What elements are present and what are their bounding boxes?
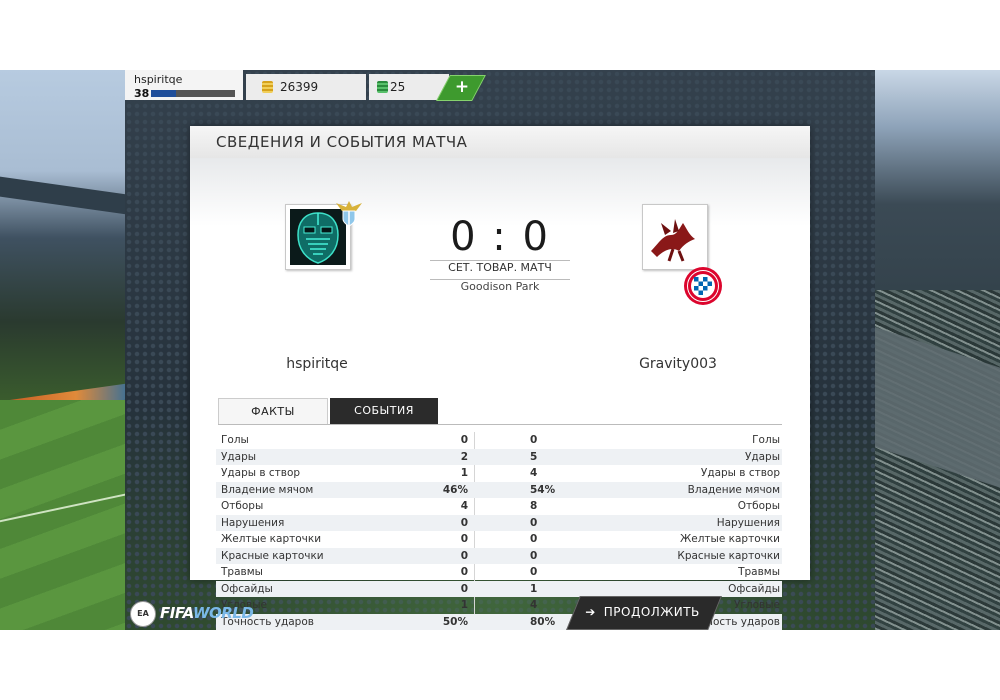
user-profile[interactable]: hspiritqe 38	[125, 70, 243, 100]
stat-label-home: Голы	[221, 434, 249, 446]
stat-value-home: 0	[460, 434, 468, 446]
xp-progress-bar	[151, 90, 235, 97]
stat-value-home: 0	[460, 549, 468, 562]
tab-facts[interactable]: ФАКТЫ	[218, 398, 328, 425]
stat-value-home: 4	[460, 500, 468, 512]
stat-label-away: Желтые карточки	[679, 533, 780, 545]
stat-value-away: 1	[530, 582, 538, 595]
stat-row: Нарушения 0 0 Нарушения	[216, 514, 782, 531]
stat-value-home: 1	[460, 467, 468, 479]
stat-label-away: Удары в створ	[700, 467, 780, 479]
panel-title: СВЕДЕНИЯ И СОБЫТИЯ МАТЧА	[216, 133, 468, 151]
stat-value-away: 5	[530, 450, 538, 463]
club-badge-icon	[684, 267, 722, 305]
stat-row: Удары 2 5 Удары	[216, 448, 782, 465]
stat-value-home: 0	[460, 582, 468, 595]
stat-value-home: 50%	[442, 615, 468, 628]
match-summary-panel: СВЕДЕНИЯ И СОБЫТИЯ МАТЧА hspiritqe Gravi…	[190, 126, 810, 630]
continue-label: ПРОДОЛЖИТЬ	[603, 605, 700, 619]
stat-label-home: Офсайды	[221, 582, 273, 595]
stat-value-home: 0	[460, 566, 468, 578]
stat-row: Голы 0 0 Голы	[216, 432, 782, 449]
stat-label-home: Владение мячом	[221, 483, 314, 496]
brand-world: WORLD	[192, 604, 254, 622]
stat-row: Владение мячом 46% 54% Владение мячом	[216, 481, 782, 498]
dragon-icon	[643, 205, 707, 269]
game-screen: hspiritqe 38 26399 25 + СВЕДЕНИЯ И СОБЫТ…	[0, 70, 1000, 630]
stat-value-home: 2	[460, 450, 468, 463]
add-points-button[interactable]: +	[447, 76, 477, 100]
stat-row: Удары в створ 1 4 Удары в створ	[216, 465, 782, 482]
stat-value-home: 46%	[442, 483, 468, 496]
match-venue: Goodison Park	[460, 280, 540, 293]
stat-value-away: 54%	[530, 483, 556, 496]
stat-value-away: 0	[530, 434, 538, 446]
coins-display: 26399	[246, 74, 366, 100]
brand-wordmark: FIFAWORLD	[160, 604, 254, 622]
brand-fifa: FIFA	[160, 604, 193, 622]
coins-icon	[262, 81, 273, 93]
stat-value-home: 1	[460, 599, 468, 611]
stat-value-away: 4	[530, 599, 538, 611]
stat-label-home: Нарушения	[221, 516, 285, 529]
stat-value-away: 0	[530, 566, 538, 578]
stat-row: Желтые карточки 0 0 Желтые карточки	[216, 531, 782, 548]
stat-label-away: Голы	[752, 434, 780, 446]
tab-divider	[218, 424, 782, 425]
stat-value-away: 80%	[530, 615, 556, 628]
ea-sports-logo: EA	[130, 601, 156, 627]
xp-progress-fill	[151, 90, 177, 97]
stat-row: Офсайды 0 1 Офсайды	[216, 580, 782, 597]
arrow-right-icon: ➔	[585, 605, 596, 619]
points-value: 25	[390, 80, 406, 94]
stat-label-away: Удары	[744, 450, 780, 463]
stat-label-home: Отборы	[221, 500, 264, 512]
continue-button[interactable]: ➔ ПРОДОЛЖИТЬ	[565, 596, 720, 628]
stat-value-away: 0	[530, 516, 538, 529]
stat-value-away: 4	[530, 467, 538, 479]
stat-row: Отборы 4 8 Отборы	[216, 498, 782, 515]
stat-label-home: Красные карточки	[221, 549, 324, 562]
tab-events[interactable]: СОБЫТИЯ	[330, 398, 438, 424]
continue-button-wrap: ➔ ПРОДОЛЖИТЬ	[565, 596, 722, 630]
stat-value-home: 0	[460, 516, 468, 529]
stat-label-away: Владение мячом	[687, 483, 780, 496]
stat-label-home: Травмы	[221, 566, 263, 578]
match-type: СЕТ. ТОВАР. МАТЧ	[448, 261, 552, 274]
stat-row: Красные карточки 0 0 Красные карточки	[216, 547, 782, 564]
user-level: 38	[134, 87, 150, 100]
away-team-crest	[642, 204, 708, 270]
stat-label-away: Угловые	[734, 599, 780, 611]
coins-value: 26399	[280, 80, 319, 94]
stat-value-away: 0	[530, 533, 538, 545]
username: hspiritqe	[134, 73, 183, 86]
stat-row: Травмы 0 0 Травмы	[216, 564, 782, 581]
eagle-badge-icon	[336, 201, 362, 227]
stat-label-home: Желтые карточки	[221, 533, 322, 545]
panel-header: СВЕДЕНИЯ И СОБЫТИЯ МАТЧА	[190, 126, 810, 159]
stat-label-home: Удары	[221, 450, 257, 463]
stat-label-away: Красные карточки	[677, 549, 780, 562]
away-team-name: Gravity003	[639, 356, 717, 372]
top-status-bar: hspiritqe 38 26399 25 +	[125, 70, 486, 102]
stat-value-away: 0	[530, 549, 538, 562]
match-score: 0 : 0	[450, 214, 550, 260]
stat-value-home: 0	[460, 533, 468, 545]
points-display: 25	[369, 74, 449, 100]
stat-label-away: Офсайды	[728, 582, 780, 595]
points-icon	[377, 81, 388, 93]
stat-value-away: 8	[530, 500, 538, 512]
stat-label-away: Нарушения	[716, 516, 780, 529]
home-team-name: hspiritqe	[286, 356, 348, 372]
stat-label-away: Травмы	[738, 566, 780, 578]
stat-label-away: Отборы	[737, 500, 780, 512]
stat-label-home: Удары в створ	[221, 467, 301, 479]
